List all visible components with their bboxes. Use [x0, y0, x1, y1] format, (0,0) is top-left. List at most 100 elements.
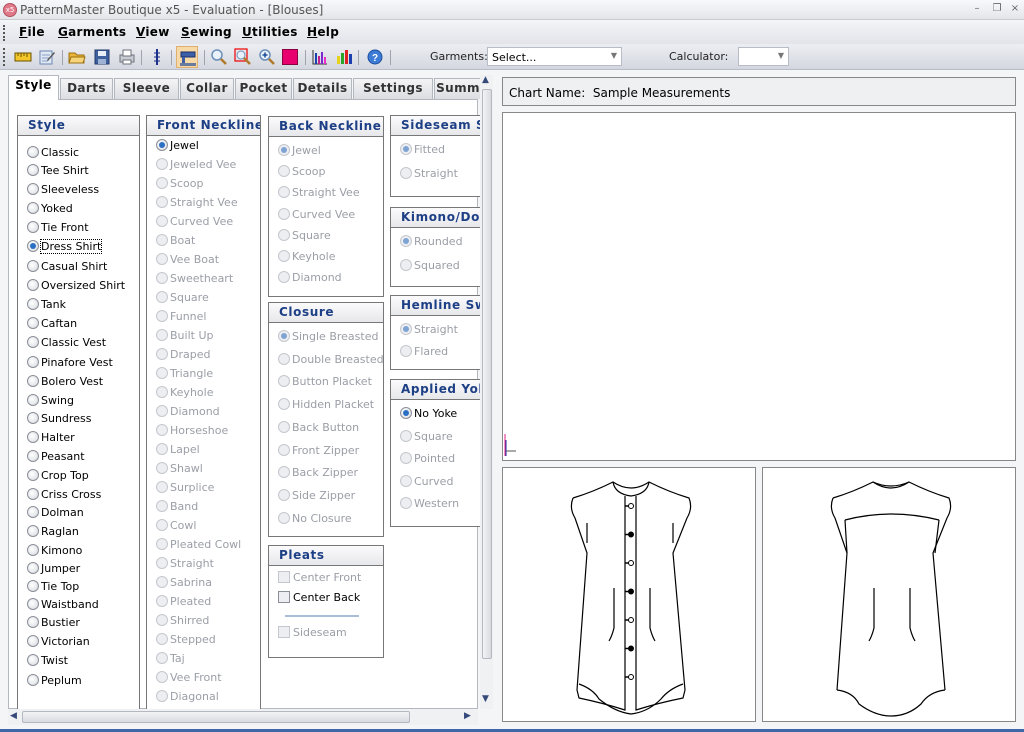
kimono-option[interactable]: Squared [400, 259, 460, 275]
radio-button[interactable] [156, 500, 168, 512]
back-neckline-option[interactable]: Curved Vee [278, 207, 355, 224]
style-option[interactable]: Classic [27, 146, 79, 162]
radio-button[interactable] [156, 291, 168, 303]
radio-button[interactable] [27, 580, 39, 592]
radio-button[interactable] [156, 557, 168, 569]
radio-button[interactable] [400, 474, 412, 487]
front-neckline-option[interactable]: Band [156, 500, 198, 516]
style-option[interactable]: Pinafore Vest [27, 356, 113, 372]
radio-button[interactable] [27, 298, 39, 310]
front-neckline-option[interactable]: Pleated Cowl [156, 538, 241, 554]
radio-button[interactable] [156, 158, 168, 170]
radio-button[interactable] [278, 420, 290, 433]
radio-button[interactable] [156, 348, 168, 360]
radio-button[interactable] [156, 690, 168, 702]
style-option[interactable]: Bolero Vest [27, 375, 103, 391]
radio-button[interactable] [156, 576, 168, 588]
sideseam-option[interactable]: Fitted [400, 143, 445, 159]
front-neckline-option[interactable]: Sweetheart [156, 272, 233, 288]
radio-button[interactable] [156, 139, 168, 151]
radio-button[interactable] [400, 407, 412, 419]
radio-button[interactable] [400, 167, 412, 179]
style-option[interactable]: Sundress [27, 412, 91, 428]
hemline-option[interactable]: Flared [400, 345, 448, 361]
radio-button[interactable] [27, 635, 39, 647]
sewing-machine-button-active[interactable] [176, 46, 198, 68]
radio-button[interactable] [27, 221, 39, 233]
radio-button[interactable] [27, 356, 39, 368]
radio-button[interactable] [156, 253, 168, 265]
closure-option[interactable]: Hidden Placket [278, 398, 374, 414]
checkbox[interactable] [278, 591, 290, 603]
closure-option[interactable]: Back Button [278, 420, 359, 437]
zoom-in-icon[interactable] [258, 48, 276, 66]
print-icon[interactable] [118, 48, 136, 66]
radio-button[interactable] [27, 260, 39, 272]
radio-button[interactable] [400, 235, 412, 247]
open-folder-icon[interactable] [68, 48, 86, 66]
front-neckline-option[interactable]: Draped [156, 348, 210, 364]
radio-button[interactable] [27, 202, 39, 214]
radio-button[interactable] [278, 165, 290, 178]
menubar-grip[interactable] [3, 25, 6, 41]
scroll-right-icon[interactable]: ▶ [464, 711, 471, 721]
radio-button[interactable] [278, 186, 290, 199]
front-neckline-option[interactable]: Triangle [156, 367, 213, 383]
style-option[interactable]: Peplum [27, 674, 82, 690]
radio-button[interactable] [27, 183, 39, 195]
back-neckline-option[interactable]: Scoop [278, 165, 325, 181]
radio-button[interactable] [27, 544, 39, 556]
style-option[interactable]: Tie Front [27, 221, 89, 237]
closure-option[interactable]: Side Zipper [278, 488, 355, 505]
radio-button[interactable] [156, 671, 168, 683]
radio-button[interactable] [156, 595, 168, 607]
radio-button[interactable] [156, 443, 168, 455]
radio-button[interactable] [27, 375, 39, 387]
front-neckline-option[interactable]: Surplice [156, 481, 214, 497]
radio-button[interactable] [27, 336, 39, 348]
radio-button[interactable] [400, 323, 412, 335]
front-neckline-option[interactable]: Built Up [156, 329, 213, 345]
closure-option[interactable]: Front Zipper [278, 443, 359, 460]
style-option[interactable]: Casual Shirt [27, 260, 107, 276]
scroll-down-icon[interactable]: ▼ [482, 694, 489, 704]
radio-button[interactable] [27, 598, 39, 610]
radio-button[interactable] [27, 525, 39, 537]
front-neckline-option[interactable]: Shirred [156, 614, 209, 630]
radio-button[interactable] [400, 345, 412, 357]
radio-button[interactable] [27, 146, 39, 158]
radio-button[interactable] [156, 367, 168, 379]
closure-option[interactable]: Single Breasted [278, 330, 378, 346]
back-neckline-option[interactable]: Keyhole [278, 250, 335, 266]
radio-button[interactable] [27, 164, 39, 176]
vertical-scroll-thumb[interactable] [482, 89, 492, 659]
radio-button[interactable] [27, 431, 39, 443]
radio-button[interactable] [278, 511, 290, 524]
menu-help[interactable]: Help [307, 25, 339, 39]
closure-option[interactable]: Back Zipper [278, 466, 358, 482]
garments-select[interactable]: Select... ▼ [487, 47, 622, 66]
needle-icon[interactable] [148, 48, 166, 66]
closure-option[interactable]: No Closure [278, 511, 352, 528]
front-neckline-option[interactable]: Sabrina [156, 576, 212, 592]
zoom-window-icon[interactable] [234, 48, 252, 66]
style-option[interactable]: Peasant [27, 450, 85, 466]
style-option[interactable]: Classic Vest [27, 336, 106, 352]
radio-button[interactable] [156, 386, 168, 398]
ruler-icon[interactable] [14, 48, 32, 66]
tab-collar[interactable]: Collar [180, 78, 234, 99]
tab-settings[interactable]: Settings [353, 78, 433, 99]
tab-details[interactable]: Details [293, 78, 352, 99]
radio-button[interactable] [278, 144, 290, 156]
style-option[interactable]: Jumper [27, 562, 80, 578]
color-swatch-icon[interactable] [282, 49, 298, 65]
radio-button[interactable] [278, 443, 290, 456]
style-option[interactable]: Kimono [27, 544, 82, 560]
applied-yoke-option[interactable]: Curved [400, 474, 453, 491]
front-neckline-option[interactable]: Cowl [156, 519, 196, 535]
style-option[interactable]: Waistband [27, 598, 99, 614]
style-option[interactable]: Dress Shirt [27, 239, 103, 256]
front-neckline-option[interactable]: Taj [156, 652, 185, 668]
front-neckline-option[interactable]: Scoop [156, 177, 203, 193]
front-neckline-option[interactable]: Curved Vee [156, 215, 233, 231]
